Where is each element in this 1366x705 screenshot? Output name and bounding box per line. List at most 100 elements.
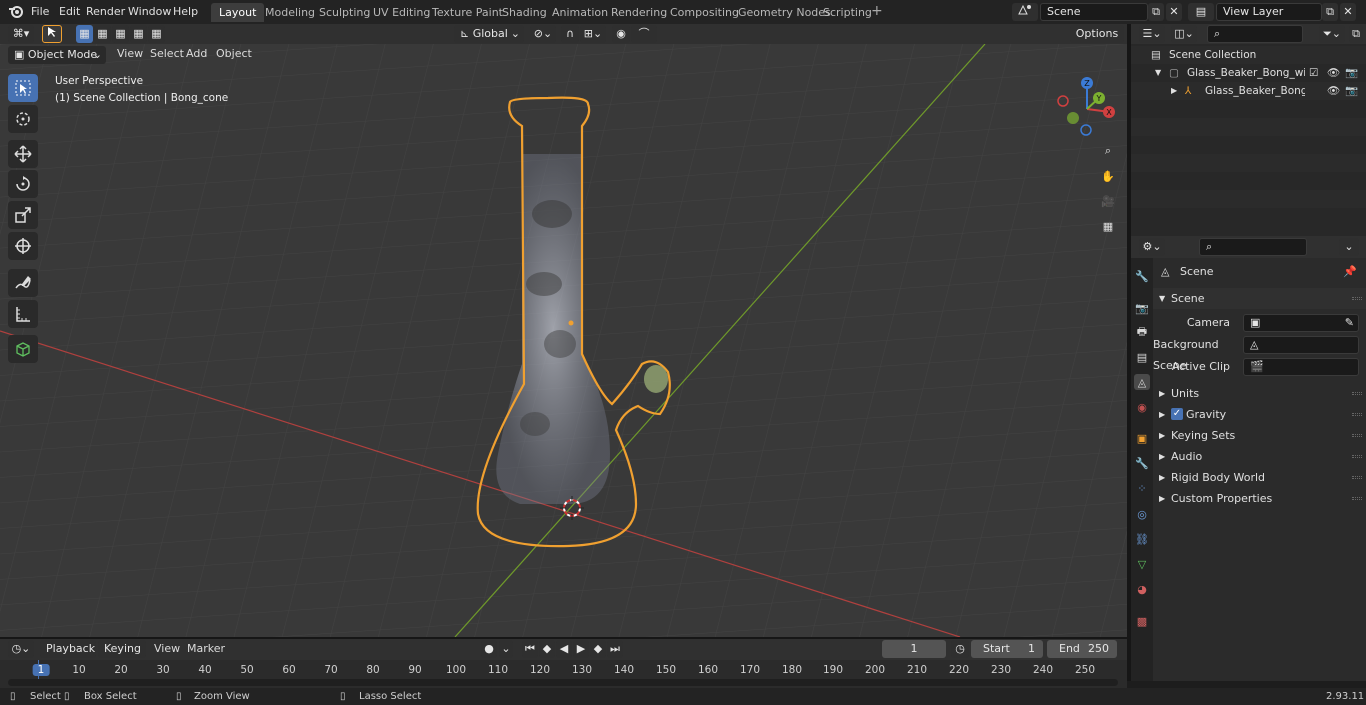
move-tool-icon[interactable] bbox=[8, 140, 38, 168]
blender-logo-icon[interactable] bbox=[8, 3, 24, 19]
outliner-row[interactable]: ▼ ▢ Glass_Beaker_Bong_with_Car ☑ 👁 📷 bbox=[1131, 64, 1366, 82]
rotate-tool-icon[interactable] bbox=[8, 170, 38, 198]
copy-view-layer-icon[interactable]: ⧉ bbox=[1322, 3, 1338, 21]
menu-add[interactable]: Add bbox=[186, 46, 207, 62]
rigid-body-world-panel[interactable]: ▶ Rigid Body World bbox=[1153, 467, 1366, 488]
active-clip-field[interactable]: 🎬 bbox=[1243, 358, 1359, 376]
annotate-tool-icon[interactable] bbox=[8, 269, 38, 297]
expand-right-icon[interactable]: ▶ bbox=[1171, 82, 1177, 100]
expand-down-icon[interactable]: ▼ bbox=[1155, 64, 1161, 82]
select-mode-intersect-icon[interactable]: ▦ bbox=[148, 25, 165, 43]
playback-menu[interactable]: Playback ⌄ bbox=[40, 640, 96, 673]
outliner-row[interactable]: ▶ ⅄ Glass_Beaker_Bong_with 👁 📷 bbox=[1131, 82, 1366, 100]
next-keyframe-icon[interactable]: ◆ bbox=[590, 640, 606, 658]
pan-view-icon[interactable]: ✋ bbox=[1097, 165, 1119, 187]
menu-edit[interactable]: Edit bbox=[59, 4, 80, 20]
view-layer-field[interactable]: View Layer bbox=[1216, 3, 1322, 21]
properties-search-input[interactable]: ⌕ bbox=[1199, 238, 1307, 256]
start-frame-field[interactable]: Start 1 bbox=[971, 640, 1043, 658]
proportional-falloff-icon[interactable]: ⌒ bbox=[631, 25, 657, 43]
camera-icon[interactable]: 📷 bbox=[1345, 82, 1358, 100]
drag-handle-icon[interactable] bbox=[1352, 455, 1362, 458]
menu-help[interactable]: Help bbox=[173, 4, 198, 20]
timeline-scrollbar[interactable] bbox=[8, 679, 1118, 686]
keying-sets-panel[interactable]: ▶ Keying Sets bbox=[1153, 425, 1366, 446]
options-dropdown[interactable]: Options ⌄ bbox=[1070, 25, 1124, 58]
outliner-search-input[interactable]: ⌕ bbox=[1207, 25, 1303, 43]
zoom-view-icon[interactable]: ⌕ bbox=[1097, 140, 1119, 162]
stopwatch-icon[interactable]: ◷ bbox=[951, 640, 969, 658]
units-panel[interactable]: ▶ Units bbox=[1153, 383, 1366, 404]
gravity-checkbox[interactable]: ✓ bbox=[1171, 408, 1183, 420]
custom-properties-panel[interactable]: ▶ Custom Properties bbox=[1153, 488, 1366, 509]
editor-type-icon[interactable]: ⌘▾ bbox=[8, 25, 34, 43]
snap-target-icon[interactable]: ⊞⌄ bbox=[580, 25, 606, 43]
data-tab-icon[interactable]: ▽ bbox=[1134, 556, 1150, 572]
outliner-editor-type-icon[interactable]: ☰⌄ bbox=[1139, 25, 1165, 43]
menu-select[interactable]: Select bbox=[150, 46, 184, 62]
output-tab-icon[interactable]: 🖶 bbox=[1134, 324, 1150, 340]
cursor-tool-icon[interactable] bbox=[8, 105, 38, 133]
record-icon[interactable]: ● bbox=[481, 640, 497, 658]
select-mode-invert-icon[interactable]: ▦ bbox=[130, 25, 147, 43]
delete-scene-icon[interactable]: ✕ bbox=[1166, 3, 1182, 21]
current-frame-marker[interactable]: 1 bbox=[32, 664, 50, 676]
scene-selector-icon[interactable] bbox=[1012, 3, 1038, 21]
timeline-view-menu[interactable]: View bbox=[154, 641, 180, 657]
new-collection-icon[interactable]: ⧉ bbox=[1349, 25, 1363, 43]
drag-handle-icon[interactable] bbox=[1352, 297, 1362, 300]
add-workspace-icon[interactable]: + bbox=[871, 3, 883, 19]
select-mode-new-icon[interactable]: ▦ bbox=[76, 25, 93, 43]
camera-field[interactable]: ▣ ✎ bbox=[1243, 314, 1359, 332]
world-tab-icon[interactable]: ◉ bbox=[1134, 399, 1150, 415]
object-tab-icon[interactable]: ▣ bbox=[1134, 430, 1150, 446]
current-frame-field[interactable]: 1 bbox=[882, 640, 946, 658]
eye-icon[interactable]: 👁 bbox=[1327, 64, 1340, 82]
drag-handle-icon[interactable] bbox=[1352, 476, 1362, 479]
keying-menu[interactable]: Keying ⌄ bbox=[98, 640, 146, 673]
copy-scene-icon[interactable]: ⧉ bbox=[1148, 3, 1164, 21]
measure-tool-icon[interactable] bbox=[8, 300, 38, 328]
drag-handle-icon[interactable] bbox=[1352, 497, 1362, 500]
view-layer-tab-icon[interactable]: ▤ bbox=[1134, 349, 1150, 365]
render-tab-icon[interactable]: 📷 bbox=[1134, 300, 1150, 316]
record-dropdown-icon[interactable]: ⌄ bbox=[499, 640, 513, 658]
camera-icon[interactable]: 📷 bbox=[1345, 64, 1358, 82]
menu-file[interactable]: File bbox=[31, 4, 49, 20]
navigation-gizmo[interactable]: Z X Y bbox=[1052, 74, 1122, 144]
jump-start-icon[interactable]: ⏮ bbox=[522, 640, 538, 658]
menu-view[interactable]: View bbox=[117, 46, 143, 62]
exclude-checkbox-icon[interactable]: ☑ bbox=[1309, 64, 1318, 82]
eye-icon[interactable]: 👁 bbox=[1327, 82, 1340, 100]
tweak-select-tool-icon[interactable] bbox=[8, 74, 38, 102]
modifier-tab-icon[interactable]: 🔧 bbox=[1134, 455, 1150, 471]
properties-options-icon[interactable]: ⌄ bbox=[1339, 238, 1359, 256]
menu-object[interactable]: Object bbox=[216, 46, 252, 62]
select-mode-subtract-icon[interactable]: ▦ bbox=[112, 25, 129, 43]
menu-render[interactable]: Render bbox=[86, 4, 125, 20]
scale-tool-icon[interactable] bbox=[8, 201, 38, 229]
scene-field[interactable]: Scene bbox=[1040, 3, 1148, 21]
texture-tab-icon[interactable]: ▩ bbox=[1134, 613, 1150, 629]
audio-panel[interactable]: ▶ Audio bbox=[1153, 446, 1366, 467]
drag-handle-icon[interactable] bbox=[1352, 413, 1362, 416]
scene-section-header[interactable]: ▼ Scene bbox=[1153, 288, 1366, 309]
transform-orientation-dropdown[interactable]: ⊾ Global ⌄ bbox=[454, 25, 524, 43]
constraints-tab-icon[interactable]: ⛓ bbox=[1134, 531, 1150, 547]
play-icon[interactable]: ▶ bbox=[573, 640, 589, 658]
add-cube-tool-icon[interactable] bbox=[8, 335, 38, 363]
material-tab-icon[interactable]: ◕ bbox=[1134, 581, 1150, 597]
select-mode-extend-icon[interactable]: ▦ bbox=[94, 25, 111, 43]
filter-icon[interactable]: ⏷⌄ bbox=[1319, 25, 1345, 43]
timeline-editor-type-icon[interactable]: ◷⌄ bbox=[8, 640, 34, 658]
transform-tool-icon[interactable] bbox=[8, 232, 38, 260]
menu-window[interactable]: Window bbox=[128, 4, 171, 20]
delete-view-layer-icon[interactable]: ✕ bbox=[1340, 3, 1356, 21]
end-frame-field[interactable]: End 250 bbox=[1047, 640, 1117, 658]
3d-cursor-icon[interactable] bbox=[560, 496, 584, 520]
eyedropper-icon[interactable]: ✎ bbox=[1345, 315, 1354, 331]
display-mode-icon[interactable]: ◫⌄ bbox=[1171, 25, 1197, 43]
camera-view-icon[interactable]: 🎥 bbox=[1097, 190, 1119, 212]
proportional-editing-icon[interactable]: ◉ bbox=[612, 25, 630, 43]
select-tool-icon[interactable] bbox=[42, 25, 62, 43]
